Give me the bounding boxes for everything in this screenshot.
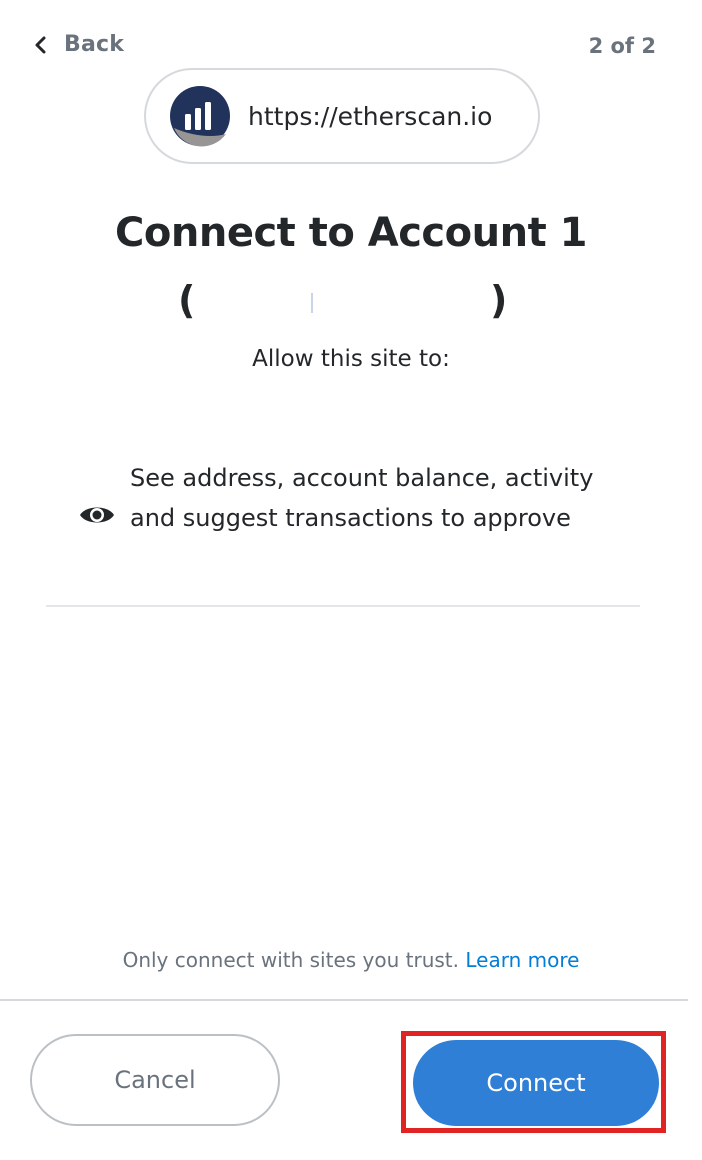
site-origin-pill: https://etherscan.io bbox=[144, 68, 540, 164]
address-redaction-edge bbox=[311, 293, 313, 313]
etherscan-logo-icon bbox=[170, 86, 230, 147]
step-indicator: 2 of 2 bbox=[588, 34, 656, 58]
connect-button[interactable]: Connect bbox=[413, 1040, 659, 1126]
permissions-heading: Allow this site to: bbox=[252, 346, 450, 372]
site-url: https://etherscan.io bbox=[248, 101, 493, 131]
account-address: ( ) bbox=[176, 278, 516, 328]
back-label: Back bbox=[64, 32, 125, 57]
trust-notice: Only connect with sites you trust. Learn… bbox=[0, 948, 702, 972]
back-button[interactable]: Back bbox=[30, 32, 124, 57]
connect-highlight: Connect bbox=[401, 1031, 666, 1133]
account-address-value bbox=[216, 286, 476, 320]
top-bar: Back 2 of 2 bbox=[0, 28, 702, 68]
trust-text: Only connect with sites you trust. bbox=[122, 948, 459, 972]
divider bbox=[46, 605, 640, 607]
footer-divider bbox=[0, 999, 688, 1001]
eye-icon bbox=[80, 507, 114, 523]
permission-text: See address, account balance, activity a… bbox=[130, 464, 594, 532]
open-paren: ( bbox=[178, 278, 196, 322]
cancel-button[interactable]: Cancel bbox=[30, 1034, 280, 1126]
close-paren: ) bbox=[490, 278, 508, 322]
learn-more-link[interactable]: Learn more bbox=[465, 948, 579, 972]
page-title: Connect to Account 1 bbox=[115, 210, 587, 256]
chevron-left-icon bbox=[35, 36, 46, 53]
